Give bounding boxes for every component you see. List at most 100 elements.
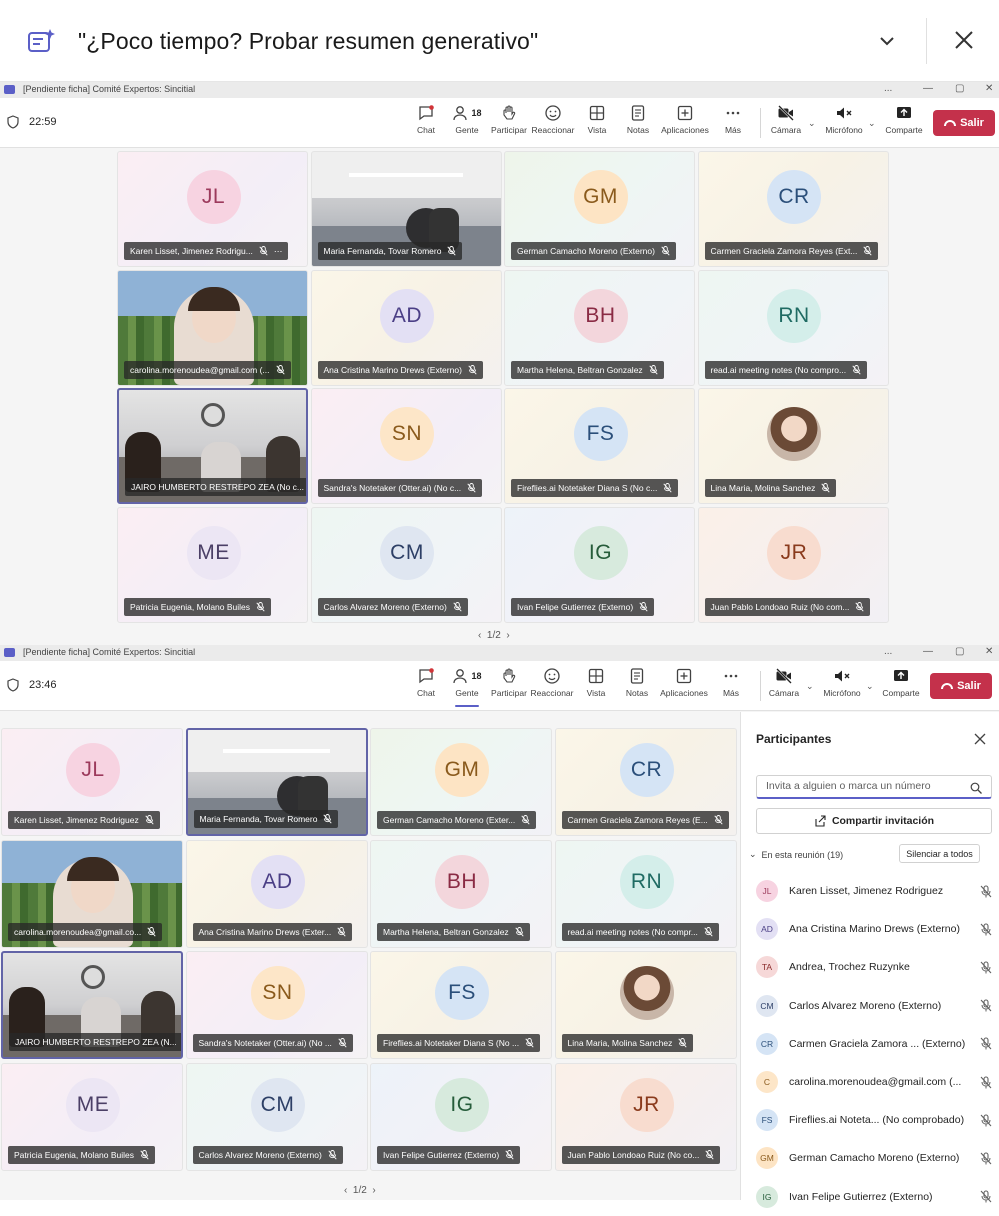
participant-name: read.ai meeting notes (No compr... [568,927,698,937]
camera-options-chevron-icon[interactable]: ⌄ [806,681,814,692]
banner-text[interactable]: "¿Poco tiempo? Probar resumen generativo… [78,28,538,55]
participant-name: Carmen Graciela Zamora Reyes (Ext... [711,246,858,256]
participant-tile[interactable]: SNSandra's Notetaker (Otter.ai) (No ... [186,951,368,1059]
participant-tile[interactable]: CRCarmen Graciela Zamora Reyes (E... [555,728,737,836]
participant-nameplate: Juan Pablo Londoao Ruiz (No com... [705,598,871,616]
participant-tile[interactable]: CRCarmen Graciela Zamora Reyes (Ext... [698,151,889,267]
participant-tile[interactable]: JLKaren Lisset, Jimenez Rodriguez [1,728,183,836]
participant-tile[interactable]: JLKaren Lisset, Jimenez Rodrigu...⋯ [117,151,308,267]
hand-icon [500,104,518,122]
participant-tile[interactable]: MEPatricia Eugenia, Molano Builes [117,507,308,623]
chevron-left-icon[interactable]: ‹ [478,630,481,641]
invite-search-input[interactable]: Invita a alguien o marca un número [756,775,992,799]
pagination[interactable]: ‹ 1/2 › [344,1185,376,1196]
participant-list-item[interactable]: CRCarmen Graciela Zamora ... (Externo) [756,1025,992,1063]
participant-tile[interactable]: GMGerman Camacho Moreno (Exter... [370,728,552,836]
participant-tile[interactable]: JAIRO HUMBERTO RESTREPO ZEA (N... [1,951,183,1059]
share-button[interactable]: Comparte [873,667,929,698]
participant-tile[interactable]: carolina.morenoudea@gmail.co... [1,840,183,948]
participant-tile[interactable]: GMGerman Camacho Moreno (Externo) [504,151,695,267]
participant-list-item[interactable]: TAAndrea, Trochez Ruzynke [756,948,992,986]
more-options-icon[interactable]: ... [884,83,892,94]
share-invite-button[interactable]: Compartir invitación [756,808,992,834]
maximize-icon[interactable]: ▢ [955,646,964,657]
camera-options-chevron-icon[interactable]: ⌄ [808,118,816,129]
more-button[interactable]: Más [703,667,759,698]
chevron-right-icon[interactable]: › [372,1185,375,1196]
participant-tile[interactable]: RNread.ai meeting notes (No compr... [555,840,737,948]
close-icon[interactable] [952,28,976,52]
camera-button[interactable]: Cámara [756,667,812,698]
minimize-icon[interactable]: — [923,646,933,657]
participant-tile[interactable]: FSFireflies.ai Notetaker Diana S (No ... [370,951,552,1059]
more-button-label: Más [705,125,761,135]
more-options-icon[interactable]: ⋯ [274,246,283,257]
participant-tile[interactable]: Maria Fernanda, Tovar Romero [186,728,368,836]
maximize-icon[interactable]: ▢ [955,83,964,94]
participant-tile[interactable]: IGIvan Felipe Gutierrez (Externo) [504,507,695,623]
participant-avatar: GM [435,743,489,797]
leave-button[interactable]: Salir [933,110,995,136]
close-window-icon[interactable]: ✕ [985,83,993,94]
participant-tile[interactable]: Lina Maria, Molina Sanchez [698,388,889,504]
mic-options-chevron-icon[interactable]: ⌄ [868,118,876,129]
close-window-icon[interactable]: ✕ [985,646,993,657]
mute-all-button[interactable]: Silenciar a todos [899,844,980,863]
participant-name: Carlos Alvarez Moreno (Externo) [789,1000,980,1012]
participant-tile[interactable]: JRJuan Pablo Londoao Ruiz (No com... [698,507,889,623]
participant-tile[interactable]: CMCarlos Alvarez Moreno (Externo) [186,1063,368,1171]
pagination[interactable]: ‹ 1/2 › [478,630,510,641]
participant-tile[interactable]: SNSandra's Notetaker (Otter.ai) (No c... [311,388,502,504]
chevron-right-icon[interactable]: › [506,630,509,641]
more-options-icon[interactable]: ... [884,646,892,657]
camera-button[interactable]: Cámara [758,104,814,135]
participant-tile[interactable]: JRJuan Pablo Londoao Ruiz (No co... [555,1063,737,1171]
chevron-down-icon[interactable] [876,30,898,52]
participant-list-item[interactable]: CMCarlos Alvarez Moreno (Externo) [756,987,992,1025]
leave-button[interactable]: Salir [930,673,992,699]
participant-tile[interactable]: BHMartha Helena, Beltran Gonzalez [370,840,552,948]
participant-list-item[interactable]: JLKaren Lisset, Jimenez Rodriguez [756,872,992,910]
mic-muted-icon [980,1114,992,1127]
participant-tile[interactable]: ADAna Cristina Marino Drews (Externo) [311,270,502,386]
participant-list-item[interactable]: FSFireflies.ai Noteta... (No comprobado) [756,1101,992,1139]
participant-tile[interactable]: JAIRO HUMBERTO RESTREPO ZEA (No c... [117,388,308,504]
in-meeting-section-toggle[interactable]: ⌄En esta reunión (19) [749,849,843,860]
minimize-icon[interactable]: — [923,83,933,94]
participant-list-item[interactable]: GMGerman Camacho Moreno (Externo) [756,1139,992,1177]
participant-list-item[interactable]: Ccarolina.morenoudea@gmail.com (... [756,1063,992,1101]
participant-list-item[interactable]: ADAna Cristina Marino Drews (Externo) [756,910,992,948]
mic-options-chevron-icon[interactable]: ⌄ [866,681,874,692]
participant-name: Carmen Graciela Zamora ... (Externo) [789,1038,980,1050]
camera-button-label: Cámara [758,125,814,135]
microphone-button[interactable]: Micrófono [816,104,872,135]
participant-tile[interactable]: carolina.morenoudea@gmail.com (... [117,270,308,386]
participant-tile[interactable]: RNread.ai meeting notes (No compro... [698,270,889,386]
participant-nameplate: Lina Maria, Molina Sanchez [562,1034,694,1052]
participant-tile[interactable]: ADAna Cristina Marino Drews (Exter... [186,840,368,948]
participant-name: carolina.morenoudea@gmail.com (... [789,1076,980,1088]
participant-name: Ivan Felipe Gutierrez (Externo) [383,1150,499,1160]
mic-muted-icon [980,1190,992,1203]
participant-tile[interactable]: BHMartha Helena, Beltran Gonzalez [504,270,695,386]
participant-tile[interactable]: MEPatricia Eugenia, Molano Builes [1,1063,183,1171]
participant-tile[interactable]: CMCarlos Alvarez Moreno (Externo) [311,507,502,623]
mic-muted-icon [453,602,462,612]
close-icon[interactable] [974,732,986,744]
chevron-left-icon[interactable]: ‹ [344,1185,347,1196]
more-button[interactable]: Más [705,104,761,135]
microphone-button[interactable]: Micrófono [814,667,870,698]
participant-tile[interactable]: FSFireflies.ai Notetaker Diana S (No c..… [504,388,695,504]
participant-tile[interactable]: Lina Maria, Molina Sanchez [555,951,737,1059]
phone-hangup-icon [944,120,956,126]
share-button[interactable]: Comparte [876,104,932,135]
participant-nameplate: Carlos Alvarez Moreno (Externo) [193,1146,343,1164]
notes-icon [629,104,647,122]
phone-hangup-icon [941,683,953,689]
participant-list-item[interactable]: IGIvan Felipe Gutierrez (Externo) [756,1178,992,1216]
participant-name: Sandra's Notetaker (Otter.ai) (No ... [199,1038,332,1048]
mic-muted-icon [980,1076,992,1089]
participant-tile[interactable]: IGIvan Felipe Gutierrez (Externo) [370,1063,552,1171]
participant-tile[interactable]: Maria Fernanda, Tovar Romero [311,151,502,267]
participant-avatar: FS [435,966,489,1020]
